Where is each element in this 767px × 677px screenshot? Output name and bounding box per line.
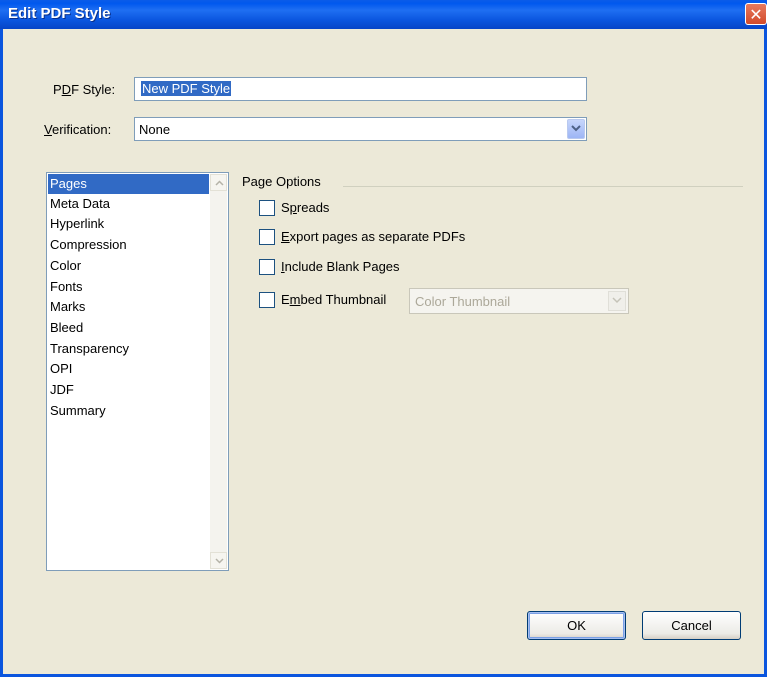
list-item-jdf[interactable]: JDF bbox=[48, 380, 209, 400]
pdf-style-label-part: F Style: bbox=[71, 82, 116, 97]
window-title: Edit PDF Style bbox=[8, 5, 111, 22]
list-item-meta-data[interactable]: Meta Data bbox=[48, 194, 209, 214]
list-scrollbar[interactable] bbox=[210, 174, 227, 569]
scroll-up-button[interactable] bbox=[210, 174, 227, 191]
scroll-down-button[interactable] bbox=[210, 552, 227, 569]
thumbnail-dropdown-button bbox=[608, 291, 626, 311]
export-separate-label-accel: E bbox=[281, 229, 290, 244]
title-bar[interactable]: Edit PDF Style ✕ bbox=[0, 0, 767, 29]
include-blank-label[interactable]: Include Blank Pages bbox=[281, 259, 400, 274]
list-item-pages[interactable]: Pages bbox=[48, 174, 209, 194]
edit-pdf-style-dialog: Edit PDF Style ✕ PDF Style: New PDF Styl… bbox=[0, 0, 767, 677]
include-blank-checkbox[interactable] bbox=[259, 259, 275, 275]
embed-thumbnail-label-accel: m bbox=[289, 292, 301, 307]
include-blank-label-part: nclude Blank Pages bbox=[284, 259, 400, 274]
chevron-down-icon bbox=[571, 125, 581, 132]
list-item-summary[interactable]: Summary bbox=[48, 401, 209, 421]
list-item-opi[interactable]: OPI bbox=[48, 359, 209, 379]
spreads-checkbox[interactable] bbox=[259, 200, 275, 216]
pdf-style-label: PDF Style: bbox=[53, 82, 115, 97]
list-item-compression[interactable]: Compression bbox=[48, 235, 209, 255]
list-item-marks[interactable]: Marks bbox=[48, 297, 209, 317]
list-item-color[interactable]: Color bbox=[48, 256, 209, 276]
spreads-label-part: S bbox=[281, 200, 290, 215]
thumbnail-type-value: Color Thumbnail bbox=[415, 294, 511, 309]
verification-label: Verification: bbox=[44, 122, 111, 137]
spreads-label-part: reads bbox=[296, 200, 330, 215]
export-separate-checkbox[interactable] bbox=[259, 229, 275, 245]
chevron-down-icon bbox=[215, 558, 224, 564]
pdf-style-label-part: P bbox=[53, 82, 62, 97]
window-frame-left bbox=[0, 29, 3, 677]
export-separate-label[interactable]: Export pages as separate PDFs bbox=[281, 229, 465, 244]
spreads-label[interactable]: Spreads bbox=[281, 200, 329, 215]
export-separate-label-part: xport pages as separate PDFs bbox=[289, 229, 466, 244]
category-list[interactable]: Pages Meta Data Hyperlink Compression Co… bbox=[46, 172, 229, 571]
chevron-down-icon bbox=[612, 297, 622, 304]
close-button[interactable]: ✕ bbox=[745, 3, 767, 25]
embed-thumbnail-label[interactable]: Embed Thumbnail bbox=[281, 292, 386, 307]
verification-label-part: erification: bbox=[51, 122, 112, 137]
group-divider bbox=[343, 186, 743, 187]
embed-thumbnail-label-part: bed Thumbnail bbox=[300, 292, 387, 307]
verification-value: None bbox=[139, 122, 171, 137]
verification-label-accel: V bbox=[44, 122, 52, 137]
chevron-up-icon bbox=[215, 180, 224, 186]
list-item-transparency[interactable]: Transparency bbox=[48, 339, 209, 359]
embed-thumbnail-checkbox[interactable] bbox=[259, 292, 275, 308]
pdf-style-value: New PDF Style bbox=[141, 81, 232, 96]
cancel-button[interactable]: Cancel bbox=[642, 611, 741, 640]
pdf-style-label-accel: D bbox=[61, 82, 72, 97]
page-options-title: Page Options bbox=[242, 174, 321, 189]
thumbnail-type-select: Color Thumbnail bbox=[409, 288, 629, 314]
close-icon: ✕ bbox=[749, 5, 763, 24]
spreads-label-accel: p bbox=[289, 200, 297, 215]
verification-dropdown-button[interactable] bbox=[567, 119, 585, 139]
pdf-style-input[interactable]: New PDF Style bbox=[134, 77, 587, 101]
list-item-bleed[interactable]: Bleed bbox=[48, 318, 209, 338]
list-item-fonts[interactable]: Fonts bbox=[48, 277, 209, 297]
ok-button[interactable]: OK bbox=[527, 611, 626, 640]
embed-thumbnail-label-part: E bbox=[281, 292, 290, 307]
verification-select[interactable]: None bbox=[134, 117, 587, 141]
list-item-hyperlink[interactable]: Hyperlink bbox=[48, 214, 209, 234]
